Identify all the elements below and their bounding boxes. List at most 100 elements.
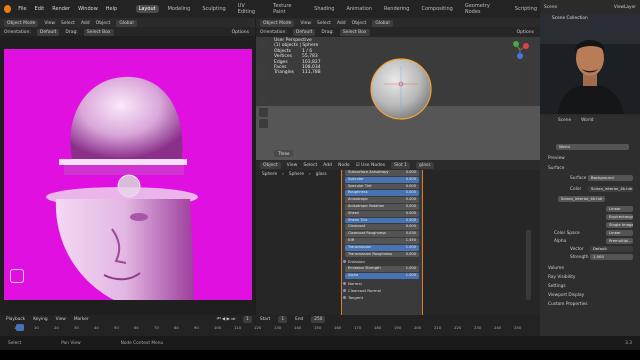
viewport-display-section[interactable]: Viewport Display	[548, 293, 584, 298]
node-editor-area[interactable]: Sphere › Sphere › glass Subsurface Anisotr…	[256, 160, 540, 336]
pan-icon[interactable]	[518, 79, 528, 89]
tab-animation[interactable]: Animation	[343, 5, 375, 13]
tab-compositing[interactable]: Compositing	[419, 5, 456, 13]
node-prop-row[interactable]: Anisotropic Rotation 0.000	[345, 203, 419, 210]
mode-select[interactable]: Object Mode	[4, 19, 39, 27]
color-space-select[interactable]: Linear	[606, 230, 633, 236]
node-prop-row[interactable]: Clearcoat Roughness 0.030	[345, 231, 419, 237]
transform-orientation[interactable]: Global	[116, 19, 137, 27]
node-prop-row[interactable]: Subsurface Anisotropy 0.000	[345, 170, 419, 176]
breadcrumb-object[interactable]: Sphere	[262, 172, 277, 177]
measure-tool-icon[interactable]	[259, 119, 268, 128]
tab-shading[interactable]: Shading	[311, 5, 337, 13]
tab-uv-editing[interactable]: UV Editing	[235, 2, 264, 16]
select-tool-icon[interactable]	[259, 40, 268, 49]
node-prop-emission-strength[interactable]: Emission Strength 1.000	[345, 266, 419, 273]
socket-clearcoat-normal[interactable]: Clearcoat Normal	[342, 287, 422, 294]
move-tool-icon[interactable]	[259, 62, 268, 71]
preview-section[interactable]: Preview	[548, 156, 565, 161]
viewport-options-button[interactable]: Options	[517, 30, 534, 35]
navigation-gizmo-icon[interactable]	[508, 38, 532, 62]
viewport-orientation-select[interactable]: Default	[292, 28, 316, 36]
tab-layout[interactable]: Layout	[135, 5, 159, 13]
viewport-menu-add[interactable]: Add	[337, 21, 346, 26]
tab-rendering[interactable]: Rendering	[381, 5, 413, 13]
viewport-menu-select[interactable]: Select	[317, 21, 331, 26]
socket-tangent[interactable]: Tangent	[342, 294, 422, 301]
world-name-field[interactable]: World	[556, 144, 629, 150]
strength-field[interactable]: 1.000	[590, 254, 633, 260]
node-prop-row[interactable]: Sheen Tint 0.500	[345, 217, 419, 224]
node-editor-type-select[interactable]: Object	[260, 161, 281, 169]
menu-window[interactable]: Window	[77, 6, 99, 12]
breadcrumb-mesh[interactable]: Sphere	[289, 172, 304, 177]
menu-view[interactable]: View	[44, 21, 55, 26]
surface-select[interactable]: Background	[588, 175, 633, 181]
node-prop-row[interactable]: Sheen 0.000	[345, 210, 419, 217]
principled-bsdf-node[interactable]: Subsurface Anisotropy 0.000 Specular 0.500 S…	[341, 168, 423, 318]
camera-view-icon[interactable]	[518, 92, 528, 102]
slot-select[interactable]: Slot 1	[391, 161, 411, 169]
node-prop-row[interactable]: Specular Tint 0.000	[345, 183, 419, 190]
tab-sculpting[interactable]: Sculpting	[199, 5, 228, 13]
node-prop-row[interactable]: Clearcoat 0.000	[345, 224, 419, 231]
timeline-menu-keying[interactable]: Keying	[33, 317, 47, 322]
rotate-tool-icon[interactable]	[259, 73, 268, 82]
viewport-menu-view[interactable]: View	[300, 21, 311, 26]
node-editor-scrollbar[interactable]	[526, 230, 531, 300]
3d-viewport[interactable]: User Perspective (1) objects | Sphere Ob…	[256, 18, 540, 160]
viewport-mode-select[interactable]: Object Mode	[260, 19, 295, 27]
use-nodes-checkbox[interactable]: ☑ Use Nodes	[356, 163, 385, 168]
socket-normal[interactable]: Normal	[342, 280, 422, 287]
viewport-menu-object[interactable]: Object	[352, 21, 367, 26]
settings-section[interactable]: Settings	[548, 284, 566, 289]
node-menu-select[interactable]: Select	[303, 163, 317, 168]
alpha-mode-select[interactable]: Premultipl...	[606, 238, 633, 244]
transform-tool-icon[interactable]	[259, 95, 268, 104]
node-prop-row[interactable]: Anisotropic 0.000	[345, 197, 419, 203]
node-menu-node[interactable]: Node	[338, 163, 350, 168]
view-button[interactable]: Three	[274, 150, 294, 157]
playback-controls[interactable]: ⏮ ◀ ▶ ⏭	[217, 317, 235, 322]
node-menu-add[interactable]: Add	[323, 163, 332, 168]
options-button[interactable]: Options	[232, 30, 249, 35]
interpolation-select[interactable]: Linear	[606, 206, 633, 212]
tab-world[interactable]: World	[581, 118, 593, 123]
cursor-tool-icon[interactable]	[259, 51, 268, 60]
zoom-icon[interactable]	[518, 66, 528, 76]
node-prop-alpha[interactable]: Alpha 1.000	[345, 273, 419, 279]
end-frame-field[interactable]: 250	[311, 315, 326, 323]
tab-scripting[interactable]: Scripting	[512, 5, 540, 13]
socket-emission[interactable]: Emission	[342, 258, 422, 265]
menu-add[interactable]: Add	[81, 21, 90, 26]
timeline-menu-view[interactable]: View	[56, 317, 66, 322]
playhead[interactable]	[16, 324, 24, 331]
timeline-menu-playback[interactable]: Playback	[6, 317, 25, 322]
node-menu-view[interactable]: View	[287, 163, 298, 168]
render-image[interactable]	[4, 49, 252, 300]
ray-visibility-section[interactable]: Ray Visibility	[548, 275, 575, 280]
start-frame-field[interactable]: 1	[278, 315, 288, 323]
menu-help[interactable]: Help	[105, 6, 118, 12]
menu-select[interactable]: Select	[61, 21, 75, 26]
tab-scene[interactable]: Scene	[558, 118, 571, 123]
volume-section[interactable]: Volume	[548, 266, 564, 271]
menu-render[interactable]: Render	[51, 6, 71, 12]
node-prop-row[interactable]: Specular 0.500	[345, 176, 419, 183]
source-select[interactable]: Single Image	[606, 222, 633, 228]
breadcrumb-material[interactable]: glass	[316, 172, 327, 177]
annotate-tool-icon[interactable]	[259, 108, 268, 117]
tab-geometry-nodes[interactable]: Geometry Nodes	[462, 2, 506, 16]
menu-file[interactable]: File	[17, 6, 27, 12]
node-prop-row[interactable]: Transmission Roughness 0.000	[345, 251, 419, 258]
timeline-menu-marker[interactable]: Marker	[74, 317, 89, 322]
projection-select[interactable]: Equirectangular	[606, 214, 633, 220]
node-prop-row[interactable]: Roughness 0.000	[345, 190, 419, 197]
scene-label[interactable]: Scene	[544, 5, 557, 10]
tab-texture-paint[interactable]: Texture Paint	[270, 2, 305, 16]
image-name-field[interactable]: Sciara_Interior_4k.hdr	[558, 196, 605, 202]
blender-logo-icon[interactable]	[4, 5, 12, 13]
node-prop-row[interactable]: Transmission 1.000	[345, 244, 419, 251]
viewlayer-label[interactable]: ViewLayer	[614, 5, 636, 10]
custom-properties-section[interactable]: Custom Properties	[548, 302, 588, 307]
